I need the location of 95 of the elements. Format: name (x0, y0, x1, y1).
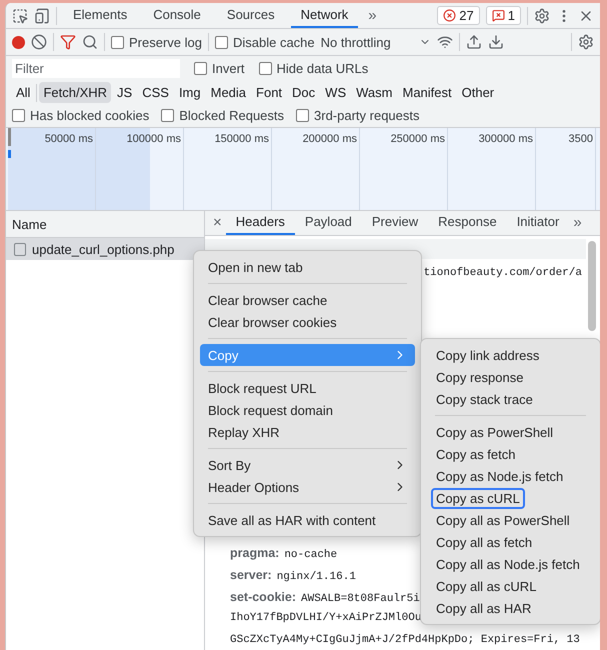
type-filter[interactable]: Wasm (352, 82, 396, 103)
menu-item[interactable]: Copy all as PowerShell (431, 510, 575, 530)
message-x-icon[interactable] (492, 9, 505, 22)
detail-tab[interactable]: Headers (226, 211, 295, 235)
request-row[interactable]: update_curl_options.php (6, 238, 204, 260)
checkbox-label: Blocked Requests (179, 108, 284, 123)
checkbox-label: Hide data URLs (276, 61, 368, 76)
detail-tab[interactable]: Preview (362, 211, 428, 235)
more-tabs-button[interactable]: » (569, 214, 586, 232)
checkbox-label: Disable cache (232, 34, 315, 50)
checkbox[interactable] (111, 36, 124, 48)
settings-icon[interactable] (578, 34, 594, 50)
checkbox-label: Invert (212, 61, 245, 76)
menu-item[interactable]: Sort By (200, 454, 415, 476)
filter-field[interactable]: Filter (12, 59, 180, 78)
more-tabs-button[interactable]: » (364, 7, 381, 24)
menu-item[interactable]: Copy response (431, 366, 528, 388)
menu-item[interactable]: Save all as HAR with content (200, 509, 415, 531)
type-filter[interactable]: WS (321, 82, 350, 103)
checkbox[interactable] (12, 109, 25, 122)
checkbox-label: Has blocked cookies (30, 108, 150, 123)
type-filter[interactable]: Font (252, 82, 286, 103)
header-value: no-cache (284, 549, 338, 561)
error-count-badge[interactable]: 27 (437, 6, 480, 25)
detail-tab[interactable]: Initiator (506, 211, 570, 235)
checkbox[interactable] (258, 62, 272, 75)
menu-item[interactable]: Copy all as cURL (431, 576, 542, 596)
header-value: GScZXcTyA4My+CIgGuJjmA+J/2fPd4HpKpDo; Expires=Fri, 13 (230, 634, 580, 646)
timeline-overview[interactable]: 50000 ms 100000 ms 150000 ms 200000 ms 250000 ms 300000 ms 3500 (6, 128, 600, 211)
type-filter[interactable]: Media (206, 82, 250, 103)
menu-item[interactable]: Copy as cURL (431, 488, 525, 508)
detail-tab[interactable]: Response (428, 211, 507, 235)
menu-item[interactable]: Copy as Node.js fetch (431, 466, 568, 486)
scrollbar[interactable] (588, 241, 596, 331)
time-tick: 250000 ms (360, 128, 448, 210)
throttling-dropdown[interactable]: No throttling (320, 34, 431, 50)
time-tick: 150000 ms (184, 128, 272, 210)
warning-count-badge[interactable]: 1 (486, 6, 521, 25)
menu-item[interactable]: Clear browser cache (200, 289, 415, 311)
record-button[interactable] (12, 36, 25, 48)
header-value: AWSALB=8t08Faulr5i (301, 593, 420, 605)
menu-item[interactable]: Copy all as Node.js fetch (431, 554, 585, 574)
name-column-header[interactable]: Name (6, 211, 204, 238)
download-icon[interactable] (488, 34, 504, 50)
type-filter[interactable]: Img (174, 82, 205, 103)
clear-icon[interactable] (31, 34, 47, 50)
settings-icon[interactable] (534, 8, 550, 24)
menu-item[interactable]: Copy as fetch (431, 444, 520, 464)
header-name: set-cookie: (230, 590, 296, 604)
search-icon[interactable] (82, 34, 98, 50)
close-button[interactable]: × (209, 214, 226, 232)
checkbox-label: 3rd-party requests (314, 108, 420, 123)
header-value: IhoY17fBpDVLHI/Y+xAiPrZJMl0Ou (230, 612, 422, 624)
device-icon[interactable] (34, 8, 50, 24)
menu-item[interactable]: Block request domain (200, 399, 415, 421)
type-filter[interactable]: JS (113, 82, 136, 103)
header-name: server: (230, 568, 272, 582)
checkbox[interactable] (194, 62, 207, 75)
menu-item[interactable]: Clear browser cookies (200, 311, 415, 333)
menu-item[interactable]: Copy as PowerShell (431, 422, 558, 442)
menu-item[interactable]: Copy all as HAR (431, 598, 536, 618)
checkbox[interactable] (296, 109, 310, 122)
checkbox[interactable] (214, 36, 228, 48)
file-icon (14, 242, 26, 256)
type-filter[interactable]: Other (458, 82, 498, 103)
upload-icon[interactable] (466, 34, 482, 50)
request-url: tionofbeauty.com/order/a (424, 267, 582, 279)
type-filter[interactable]: All (12, 82, 34, 103)
time-tick: 3500 (536, 128, 596, 210)
menu-item[interactable]: Copy stack trace (431, 388, 538, 410)
time-tick: 100000 ms (96, 128, 184, 210)
error-icon[interactable] (443, 9, 456, 22)
menu-item[interactable]: Header Options (200, 476, 415, 498)
time-tick: 200000 ms (272, 128, 360, 210)
filter-icon[interactable] (60, 34, 76, 50)
menu-item[interactable]: Block request URL (200, 377, 415, 399)
menu-item[interactable]: Replay XHR (200, 421, 415, 443)
type-filter[interactable]: Manifest (398, 82, 456, 103)
inspect-icon[interactable] (12, 8, 28, 24)
header-value: nginx/1.16.1 (276, 571, 356, 583)
type-filter[interactable]: Fetch/XHR (39, 82, 112, 103)
detail-tab[interactable]: Payload (294, 211, 362, 235)
time-tick: 300000 ms (448, 128, 536, 210)
wifi-settings-icon[interactable] (436, 34, 453, 50)
header-name: pragma: (230, 546, 280, 560)
type-filter[interactable]: CSS (138, 82, 173, 103)
panel-tab[interactable]: Console (143, 3, 211, 28)
checkbox[interactable] (161, 109, 174, 122)
type-filter[interactable]: Doc (288, 82, 320, 103)
panel-tab[interactable]: Elements (63, 3, 138, 28)
time-tick: 50000 ms (6, 128, 96, 210)
panel-tab[interactable]: Sources (216, 3, 285, 28)
checkbox-label: Preserve log (129, 34, 202, 50)
menu-item[interactable]: Copy all as fetch (431, 532, 538, 552)
menu-item[interactable]: Copy link address (431, 344, 544, 366)
